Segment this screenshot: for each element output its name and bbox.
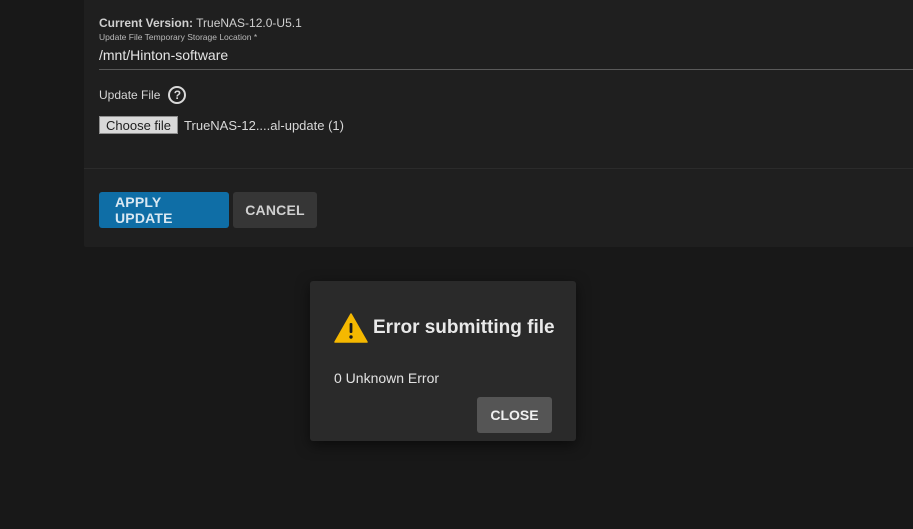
card-divider — [84, 168, 913, 169]
help-icon[interactable]: ? — [168, 86, 187, 104]
error-dialog: Error submitting file 0 Unknown Error CL… — [310, 281, 576, 441]
close-button[interactable]: CLOSE — [477, 397, 552, 433]
cancel-button[interactable]: CANCEL — [233, 192, 317, 228]
warning-triangle-icon — [334, 313, 368, 343]
form-actions: APPLY UPDATE CANCEL — [99, 192, 317, 228]
storage-location-input[interactable]: /mnt/Hinton-software — [99, 47, 228, 63]
dialog-title-row: Error submitting file — [334, 313, 555, 343]
file-picker: Choose file TrueNAS-12....al-update (1) — [99, 116, 344, 134]
dialog-message: 0 Unknown Error — [334, 370, 440, 386]
dialog-title: Error submitting file — [373, 317, 555, 338]
update-form-card: Current Version: TrueNAS-12.0-U5.1 Updat… — [84, 0, 913, 247]
choose-file-button[interactable]: Choose file — [99, 116, 179, 134]
page: Current Version: TrueNAS-12.0-U5.1 Updat… — [0, 0, 913, 529]
current-version-value: TrueNAS-12.0-U5.1 — [196, 16, 302, 30]
update-file-label: Update File — [99, 88, 161, 102]
selected-file-name: TrueNAS-12....al-update (1) — [184, 117, 344, 133]
update-file-row: Update File ? — [99, 85, 187, 105]
apply-update-button[interactable]: APPLY UPDATE — [99, 192, 229, 228]
current-version-label: Current Version: — [99, 16, 194, 30]
storage-location-label: Update File Temporary Storage Location * — [99, 32, 258, 42]
update-form-body: Current Version: TrueNAS-12.0-U5.1 Updat… — [99, 0, 913, 169]
storage-location-underline — [99, 69, 913, 70]
current-version: Current Version: TrueNAS-12.0-U5.1 — [99, 16, 302, 30]
